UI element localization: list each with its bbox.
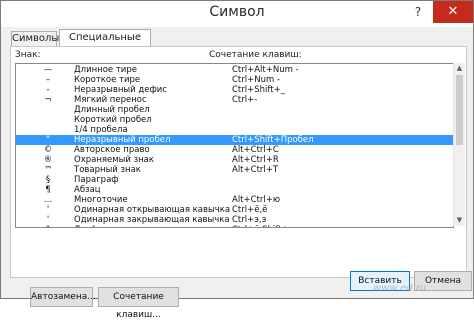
- list-item[interactable]: ® Охраняемый знак Alt+Ctrl+R: [16, 155, 453, 165]
- character-symbol: —: [43, 65, 53, 75]
- character-name: Короткое тире: [74, 75, 141, 85]
- symbol-column-header: Знак:: [15, 50, 41, 60]
- character-shortcut: Ctrl+Alt+Num -: [232, 65, 299, 75]
- list-item[interactable]: 1/4 пробела: [16, 125, 453, 135]
- character-shortcut: Ctrl+Shift+Пробел: [232, 135, 314, 145]
- character-symbol: ': [46, 205, 50, 215]
- help-button[interactable]: ?: [405, 1, 431, 23]
- list-item[interactable]: § Параграф: [16, 175, 453, 185]
- character-name: Многоточие: [74, 195, 128, 205]
- character-symbol: ™: [43, 165, 53, 175]
- special-characters-list[interactable]: — Длинное тире Ctrl+Alt+Num - – Короткое тир…: [15, 63, 454, 228]
- character-shortcut: Ctrl+-: [232, 95, 258, 105]
- list-item[interactable]: … Многоточие Alt+Ctrl+ю: [16, 195, 453, 205]
- special-characters-panel: Знак: Сочетание клавиш: — Длинное тире Ctr…: [10, 46, 467, 320]
- character-symbol: ¶: [45, 185, 51, 195]
- character-shortcut: Alt+Ctrl+R: [232, 155, 279, 165]
- shortcut-key-button[interactable]: Сочетание клавиш...: [98, 287, 179, 320]
- character-name: Двойная открывающая кавычка: [74, 225, 218, 227]
- character-name: Длинное тире: [74, 65, 137, 75]
- shortcut-column-header: Сочетание клавиш:: [209, 50, 302, 60]
- character-name: Товарный знак: [74, 165, 141, 175]
- character-symbol: ': [46, 215, 50, 225]
- tab-special-characters[interactable]: Специальные знаки: [59, 29, 151, 59]
- autocorrect-button[interactable]: Автозамена...: [30, 287, 96, 307]
- symbol-dialog: Символ ? ✕ Символы Специальные знаки Зна…: [0, 0, 474, 320]
- character-name: 1/4 пробела: [74, 125, 128, 135]
- character-name: Короткий пробел: [74, 115, 152, 125]
- character-name: Неразрывный пробел: [74, 135, 171, 145]
- character-symbol: °: [45, 135, 51, 145]
- character-symbol: ©: [43, 145, 53, 155]
- character-shortcut: Alt+Ctrl+C: [232, 145, 279, 155]
- character-name: Длинный пробел: [74, 105, 150, 115]
- character-symbol: ®: [43, 155, 53, 165]
- watermark: www.ed.ru: [373, 283, 427, 294]
- list-item[interactable]: ¶ Абзац: [16, 185, 453, 195]
- character-name: Одинарная открывающая кавычка: [74, 205, 231, 215]
- list-item[interactable]: ¬ Мягкий перенос Ctrl+-: [16, 95, 453, 105]
- character-shortcut: Ctrl+ё,Shift+э: [232, 225, 293, 227]
- title-bar: Символ ? ✕: [1, 1, 473, 27]
- character-shortcut: Ctrl+Num -: [232, 75, 281, 85]
- character-name: Неразрывный дефис: [74, 85, 167, 95]
- character-symbol: -: [46, 85, 50, 95]
- dialog-title: Символ: [209, 4, 265, 20]
- character-name: Одинарная закрывающая кавычка: [74, 215, 230, 225]
- character-symbol: ": [40, 225, 56, 227]
- character-shortcut: Ctrl+Shift+_: [232, 85, 285, 95]
- character-name: Авторское право: [74, 145, 150, 155]
- list-item[interactable]: " Двойная открывающая кавычка Ctrl+ё,Shift…: [16, 225, 453, 227]
- character-name: Мягкий перенос: [74, 95, 147, 105]
- character-name: Абзац: [74, 185, 101, 195]
- list-item[interactable]: ™ Товарный знак Alt+Ctrl+T: [16, 165, 453, 175]
- list-item[interactable]: © Авторское право Alt+Ctrl+C: [16, 145, 453, 155]
- list-item[interactable]: - Неразрывный дефис Ctrl+Shift+_: [16, 85, 453, 95]
- tab-symbols[interactable]: Символы: [11, 31, 59, 46]
- list-item[interactable]: ' Одинарная открывающая кавычка Ctrl+ё,ё: [16, 205, 453, 215]
- character-shortcut: Alt+Ctrl+T: [232, 165, 279, 175]
- list-scrollbar[interactable]: ▲ ▼: [453, 63, 465, 226]
- scroll-down-arrow-icon[interactable]: ▼: [454, 215, 465, 226]
- scrollbar-thumb[interactable]: [456, 75, 463, 145]
- character-symbol: §: [45, 175, 51, 185]
- list-item[interactable]: Длинный пробел: [16, 105, 453, 115]
- list-item[interactable]: ' Одинарная закрывающая кавычка Ctrl+э,э: [16, 215, 453, 225]
- character-symbol: –: [45, 75, 51, 85]
- character-name: Параграф: [74, 175, 119, 185]
- character-shortcut: Alt+Ctrl+ю: [232, 195, 281, 205]
- list-item[interactable]: Короткий пробел: [16, 115, 453, 125]
- list-item[interactable]: — Длинное тире Ctrl+Alt+Num -: [16, 65, 453, 75]
- character-name: Охраняемый знак: [74, 155, 154, 165]
- character-symbol: ¬: [44, 95, 52, 105]
- scroll-up-arrow-icon[interactable]: ▲: [454, 63, 465, 74]
- close-button[interactable]: ✕: [433, 1, 473, 23]
- list-item[interactable]: – Короткое тире Ctrl+Num -: [16, 75, 453, 85]
- character-symbol: …: [43, 195, 53, 205]
- list-item[interactable]: ° Неразрывный пробел Ctrl+Shift+Пробел: [16, 135, 453, 145]
- character-shortcut: Ctrl+ё,ё: [232, 205, 268, 215]
- character-shortcut: Ctrl+э,э: [232, 215, 267, 225]
